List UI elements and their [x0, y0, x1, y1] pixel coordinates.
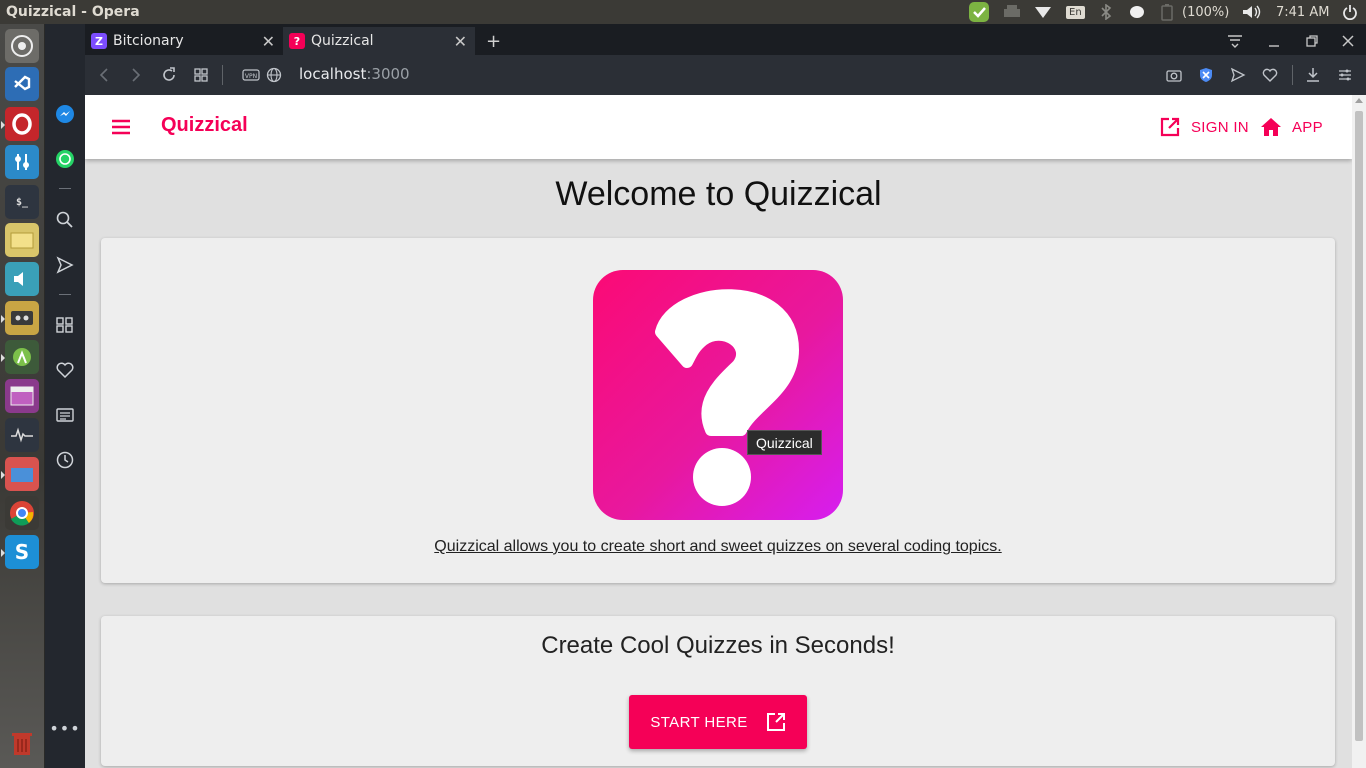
opera-icon[interactable]: [1, 107, 39, 141]
system-top-bar: Quizzical - Opera En (100%) 7:41 AM: [0, 0, 1366, 24]
tabs-grid-icon[interactable]: [189, 63, 213, 87]
tab-bar: Z Bitcionary ✕ ? Quizzical ✕ +: [85, 24, 1366, 55]
opera-sidebar: •••: [45, 24, 85, 768]
battery-percent: (100%): [1182, 4, 1230, 20]
search-icon[interactable]: [45, 205, 85, 235]
bookmark-heart-icon[interactable]: [1258, 63, 1282, 87]
battery-icon[interactable]: [1160, 0, 1174, 24]
messaging-icon[interactable]: [1128, 0, 1146, 24]
skype-icon[interactable]: S: [1, 535, 39, 569]
vscode-icon[interactable]: [5, 67, 39, 101]
tab-label: Bitcionary: [113, 33, 184, 49]
url-host: localhost: [299, 65, 367, 83]
ad-blocker-shield-icon[interactable]: [1194, 63, 1218, 87]
quizzical-favicon-icon: ?: [289, 33, 305, 49]
window-manager-icon[interactable]: [5, 379, 39, 413]
android-studio-icon[interactable]: [1, 340, 39, 374]
ubuntu-dash-icon[interactable]: [5, 29, 39, 63]
page-title: Welcome to Quizzical: [555, 175, 882, 213]
download-icon[interactable]: [1301, 63, 1325, 87]
bookmarks-heart-icon[interactable]: [45, 355, 85, 385]
whatsapp-icon[interactable]: [45, 144, 85, 174]
keyboard-layout-label: En: [1066, 5, 1085, 19]
keyboard-indicator[interactable]: En: [1066, 0, 1085, 24]
close-window-icon[interactable]: [1341, 27, 1355, 55]
restore-icon[interactable]: [1305, 27, 1319, 55]
clock[interactable]: 7:41 AM: [1276, 0, 1329, 24]
history-clock-icon[interactable]: [45, 445, 85, 475]
bluetooth-icon[interactable]: [1100, 0, 1112, 24]
app-label: APP: [1292, 118, 1323, 136]
window-title: Quizzical - Opera: [6, 4, 140, 20]
scroll-up-arrow-icon[interactable]: [1355, 98, 1363, 103]
update-indicator-icon[interactable]: [968, 0, 990, 24]
close-tab-icon[interactable]: ✕: [454, 32, 467, 51]
app-bar: Quizzical SIGN IN APP: [85, 95, 1352, 159]
home-icon: [1261, 118, 1281, 136]
chrome-icon[interactable]: [5, 496, 39, 530]
scrollbar-thumb[interactable]: [1355, 111, 1363, 741]
page-viewport: Quizzical SIGN IN APP Welcome to Quizzic…: [85, 95, 1352, 768]
url-field[interactable]: localhost:3000: [299, 65, 410, 83]
start-here-label: START HERE: [650, 713, 748, 731]
files-icon[interactable]: [5, 223, 39, 257]
intro-card: Quizzical Quizzical allows you to create…: [101, 238, 1335, 583]
sidebar-divider: [59, 294, 71, 295]
send-page-icon[interactable]: [1226, 63, 1250, 87]
sign-in-button[interactable]: SIGN IN: [1159, 115, 1249, 139]
system-monitor-icon[interactable]: [5, 418, 39, 452]
create-card-title: Create Cool Quizzes in Seconds!: [541, 632, 895, 659]
tab-bitcionary[interactable]: Z Bitcionary ✕: [85, 27, 283, 55]
back-icon[interactable]: [92, 63, 116, 87]
forward-icon[interactable]: [124, 63, 148, 87]
url-port: :3000: [366, 65, 410, 83]
tagline-link[interactable]: Quizzical allows you to create short and…: [101, 538, 1335, 556]
messenger-icon[interactable]: [45, 99, 85, 129]
question-mark-icon: [655, 289, 799, 506]
printer-icon[interactable]: [1002, 0, 1022, 24]
tab-quizzical[interactable]: ? Quizzical ✕: [283, 27, 475, 55]
start-here-button[interactable]: START HERE: [629, 695, 807, 749]
open-in-new-icon: [766, 713, 785, 731]
tape-icon[interactable]: [1, 301, 39, 335]
mixer-icon[interactable]: [5, 145, 39, 179]
menu-hamburger-icon[interactable]: [109, 115, 133, 139]
speed-dial-icon[interactable]: [45, 310, 85, 340]
create-card: Create Cool Quizzes in Seconds! START HE…: [101, 616, 1335, 766]
wifi-icon[interactable]: [1034, 0, 1052, 24]
toolbar-divider: [1292, 65, 1293, 85]
more-options-icon[interactable]: •••: [45, 713, 85, 743]
volume-icon[interactable]: [1241, 0, 1261, 24]
new-tab-button[interactable]: +: [486, 27, 501, 55]
vpn-icon[interactable]: VPN: [239, 63, 263, 87]
send-icon[interactable]: [45, 250, 85, 280]
easy-setup-icon[interactable]: [1333, 63, 1357, 87]
bitcionary-favicon-icon: Z: [91, 33, 107, 49]
app-button[interactable]: APP: [1260, 115, 1323, 139]
terminal-icon[interactable]: $_: [5, 185, 39, 219]
trash-icon[interactable]: [5, 726, 39, 760]
reload-icon[interactable]: [157, 63, 181, 87]
snapshot-camera-icon[interactable]: [1162, 63, 1186, 87]
app-brand[interactable]: Quizzical: [161, 114, 248, 137]
logo-tooltip: Quizzical: [747, 430, 822, 455]
minimize-icon[interactable]: [1267, 27, 1281, 55]
close-tab-icon[interactable]: ✕: [262, 32, 275, 51]
address-bar: VPN localhost:3000: [85, 55, 1366, 95]
file-manager-icon[interactable]: [1, 457, 39, 491]
page-scrollbar[interactable]: [1352, 95, 1366, 768]
globe-icon[interactable]: [262, 63, 286, 87]
app-launcher: $_ S: [0, 24, 45, 768]
sign-in-label: SIGN IN: [1191, 118, 1249, 136]
quizzical-logo: [593, 270, 843, 520]
sidebar-divider: [59, 188, 71, 189]
tab-menu-icon[interactable]: [1227, 27, 1243, 55]
address-divider: [222, 65, 223, 85]
open-in-new-icon: [1160, 117, 1180, 137]
power-icon[interactable]: [1342, 0, 1358, 24]
svg-text:VPN: VPN: [245, 73, 257, 80]
tab-label: Quizzical: [311, 33, 374, 49]
news-icon[interactable]: [45, 400, 85, 430]
sound-icon[interactable]: [5, 262, 39, 296]
